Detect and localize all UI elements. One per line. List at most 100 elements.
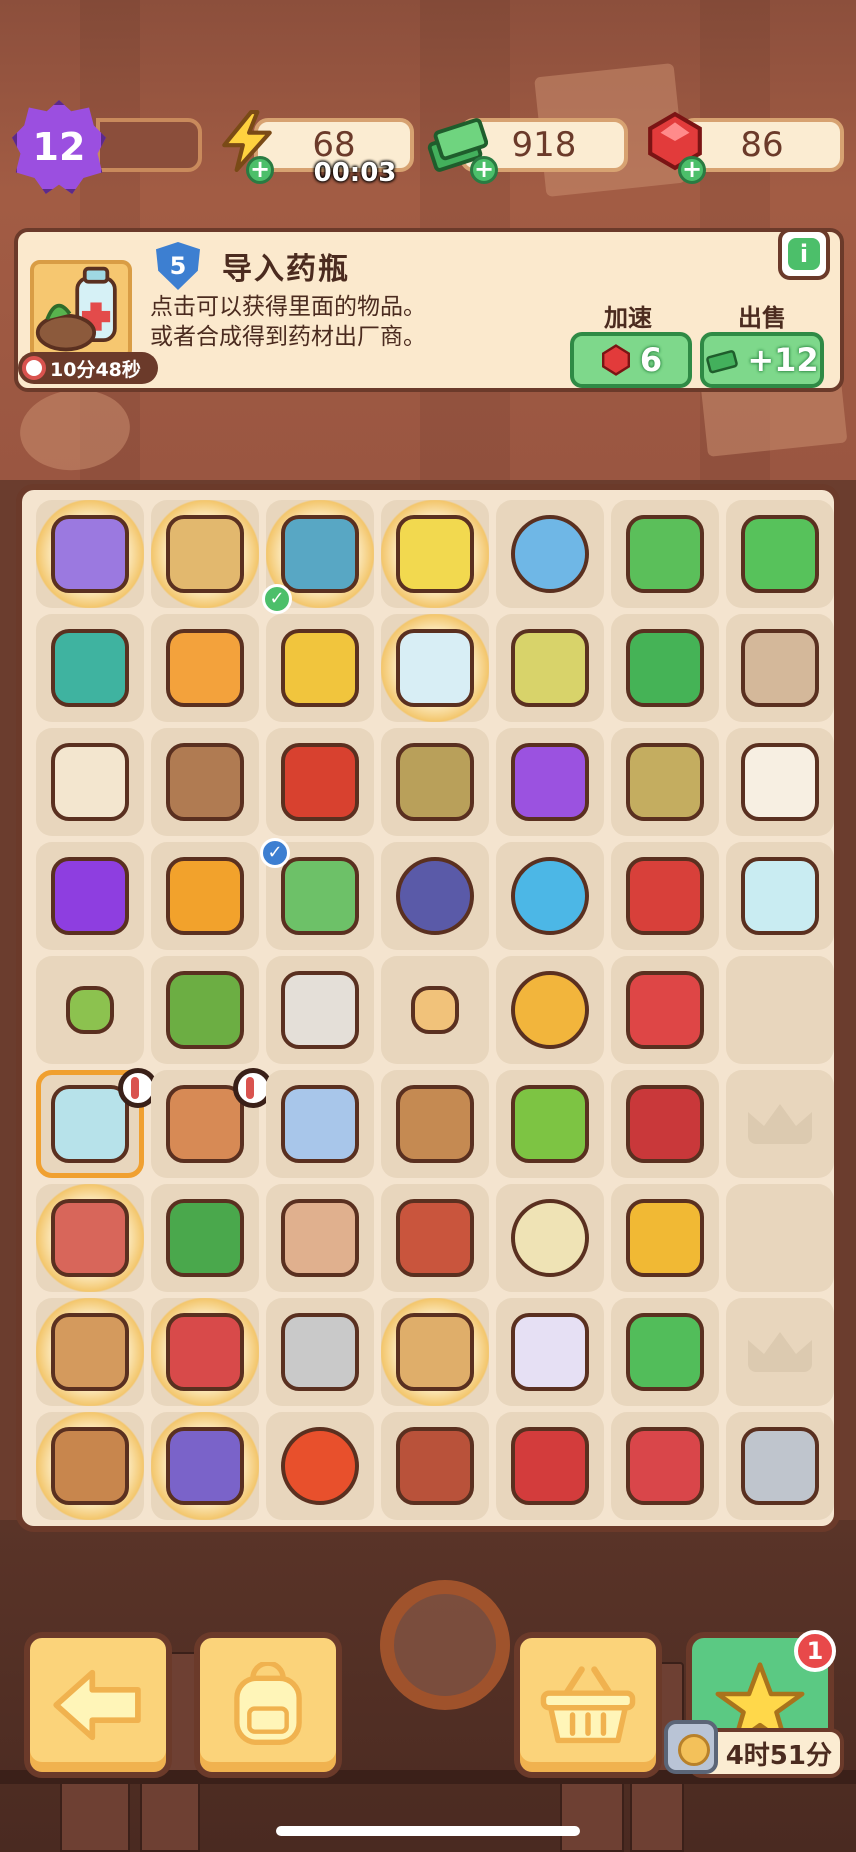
toy-engine-icon — [51, 1199, 129, 1277]
purple-car-icon — [51, 515, 129, 593]
board-cell[interactable] — [151, 1412, 259, 1520]
workbench-icon — [281, 515, 359, 593]
red-case-icon — [511, 1427, 589, 1505]
board-cell[interactable] — [611, 1412, 719, 1520]
level-badge[interactable]: 12 — [12, 100, 106, 194]
shop-basket-button[interactable] — [514, 1632, 662, 1778]
board-cell[interactable] — [381, 1184, 489, 1292]
yellow-machine-icon — [396, 515, 474, 593]
board-cell[interactable] — [381, 1070, 489, 1178]
tile-icon — [741, 743, 819, 821]
board-cell[interactable] — [611, 956, 719, 1064]
cup-jar-icon — [281, 629, 359, 707]
board-cell[interactable] — [151, 1298, 259, 1406]
production-timer-text: 10分48秒 — [50, 358, 141, 381]
board-cell[interactable] — [36, 1298, 144, 1406]
board-cell[interactable] — [151, 956, 259, 1064]
board-cell[interactable] — [496, 728, 604, 836]
notification-badge: 1 — [794, 1630, 836, 1672]
board-cell[interactable] — [36, 1412, 144, 1520]
back-button[interactable] — [24, 1632, 172, 1778]
lightning-orb-icon — [511, 857, 589, 935]
basket-icon — [540, 1666, 636, 1744]
board-cell[interactable] — [496, 1184, 604, 1292]
backpack-button[interactable] — [194, 1632, 342, 1778]
cash-icon — [706, 350, 739, 374]
board-cell[interactable] — [36, 1068, 158, 1178]
board-cell[interactable] — [726, 614, 834, 722]
wood-blocks-icon — [51, 743, 129, 821]
board-cell[interactable] — [611, 500, 719, 608]
add-cash-button[interactable]: + — [470, 156, 498, 184]
speed-up-label: 加速 — [604, 304, 652, 332]
board-cell[interactable] — [726, 1412, 834, 1520]
add-energy-button[interactable]: + — [246, 156, 274, 184]
board-cell[interactable] — [266, 1184, 374, 1292]
board-cell[interactable] — [36, 728, 144, 836]
board-cell[interactable] — [381, 614, 489, 722]
board-cell[interactable] — [611, 614, 719, 722]
board-cell[interactable] — [36, 1184, 144, 1292]
background-clock — [380, 1580, 510, 1710]
board-cell[interactable] — [496, 1070, 604, 1178]
board-cell[interactable] — [611, 1184, 719, 1292]
board-cell[interactable] — [381, 728, 489, 836]
board-cell[interactable] — [381, 500, 489, 608]
add-gems-button[interactable]: + — [678, 156, 706, 184]
board-cell[interactable] — [266, 728, 374, 836]
speed-up-button[interactable]: 6 — [570, 332, 692, 388]
board-cell[interactable] — [496, 1298, 604, 1406]
board-cell[interactable] — [266, 1298, 374, 1406]
board-cell[interactable] — [266, 614, 374, 722]
board-cell[interactable] — [726, 842, 834, 950]
sell-button[interactable]: +12 — [700, 332, 824, 388]
board-cell[interactable] — [36, 956, 144, 1064]
production-timer: 10分48秒 — [18, 352, 158, 384]
xp-bar[interactable] — [96, 118, 202, 172]
home-indicator[interactable] — [276, 1826, 580, 1836]
map-table-icon — [166, 515, 244, 593]
board-cell[interactable] — [36, 842, 144, 950]
board-cell[interactable]: ✓ — [262, 500, 374, 614]
board-cell[interactable] — [381, 956, 489, 1064]
board-cell[interactable] — [726, 1298, 834, 1406]
lamp-pair-icon — [511, 1313, 589, 1391]
board-cell[interactable] — [496, 500, 604, 608]
board-cell[interactable] — [611, 1298, 719, 1406]
board-cell[interactable] — [36, 614, 144, 722]
board-cell[interactable] — [611, 728, 719, 836]
board-cell[interactable] — [151, 842, 259, 950]
board-cell[interactable] — [36, 500, 144, 608]
board-cell[interactable] — [611, 1070, 719, 1178]
sprout-icon — [66, 986, 114, 1034]
crate-stack-icon — [396, 1085, 474, 1163]
info-button[interactable]: i — [778, 228, 830, 280]
board-cell[interactable] — [496, 842, 604, 950]
bonsai-pot-icon — [51, 1427, 129, 1505]
board-cell[interactable] — [266, 956, 374, 1064]
board-cell[interactable] — [496, 614, 604, 722]
board-cell[interactable] — [496, 956, 604, 1064]
board-cell[interactable] — [151, 728, 259, 836]
board-cell[interactable] — [266, 1412, 374, 1520]
board-cell[interactable] — [726, 500, 834, 608]
board-cell[interactable]: ✓ — [260, 838, 374, 950]
board-cell[interactable] — [151, 500, 259, 608]
board-cell[interactable] — [611, 842, 719, 950]
board-cell[interactable] — [726, 1184, 834, 1292]
board-cell[interactable] — [381, 1412, 489, 1520]
board-cell[interactable] — [151, 1184, 259, 1292]
board-grid: ✓ ✓ — [36, 500, 834, 1520]
board-cell[interactable] — [266, 1070, 374, 1178]
board-cell[interactable] — [726, 1070, 834, 1178]
board-cell[interactable] — [381, 842, 489, 950]
board-cell[interactable] — [151, 614, 259, 722]
board-cell[interactable] — [726, 728, 834, 836]
board-cell[interactable] — [726, 956, 834, 1064]
board-cell[interactable] — [496, 1412, 604, 1520]
crate-vase-icon — [51, 1313, 129, 1391]
board-cell[interactable] — [151, 1068, 273, 1178]
trophy-icon — [281, 1085, 359, 1163]
board-cell[interactable] — [381, 1298, 489, 1406]
clock-icon — [22, 356, 46, 380]
